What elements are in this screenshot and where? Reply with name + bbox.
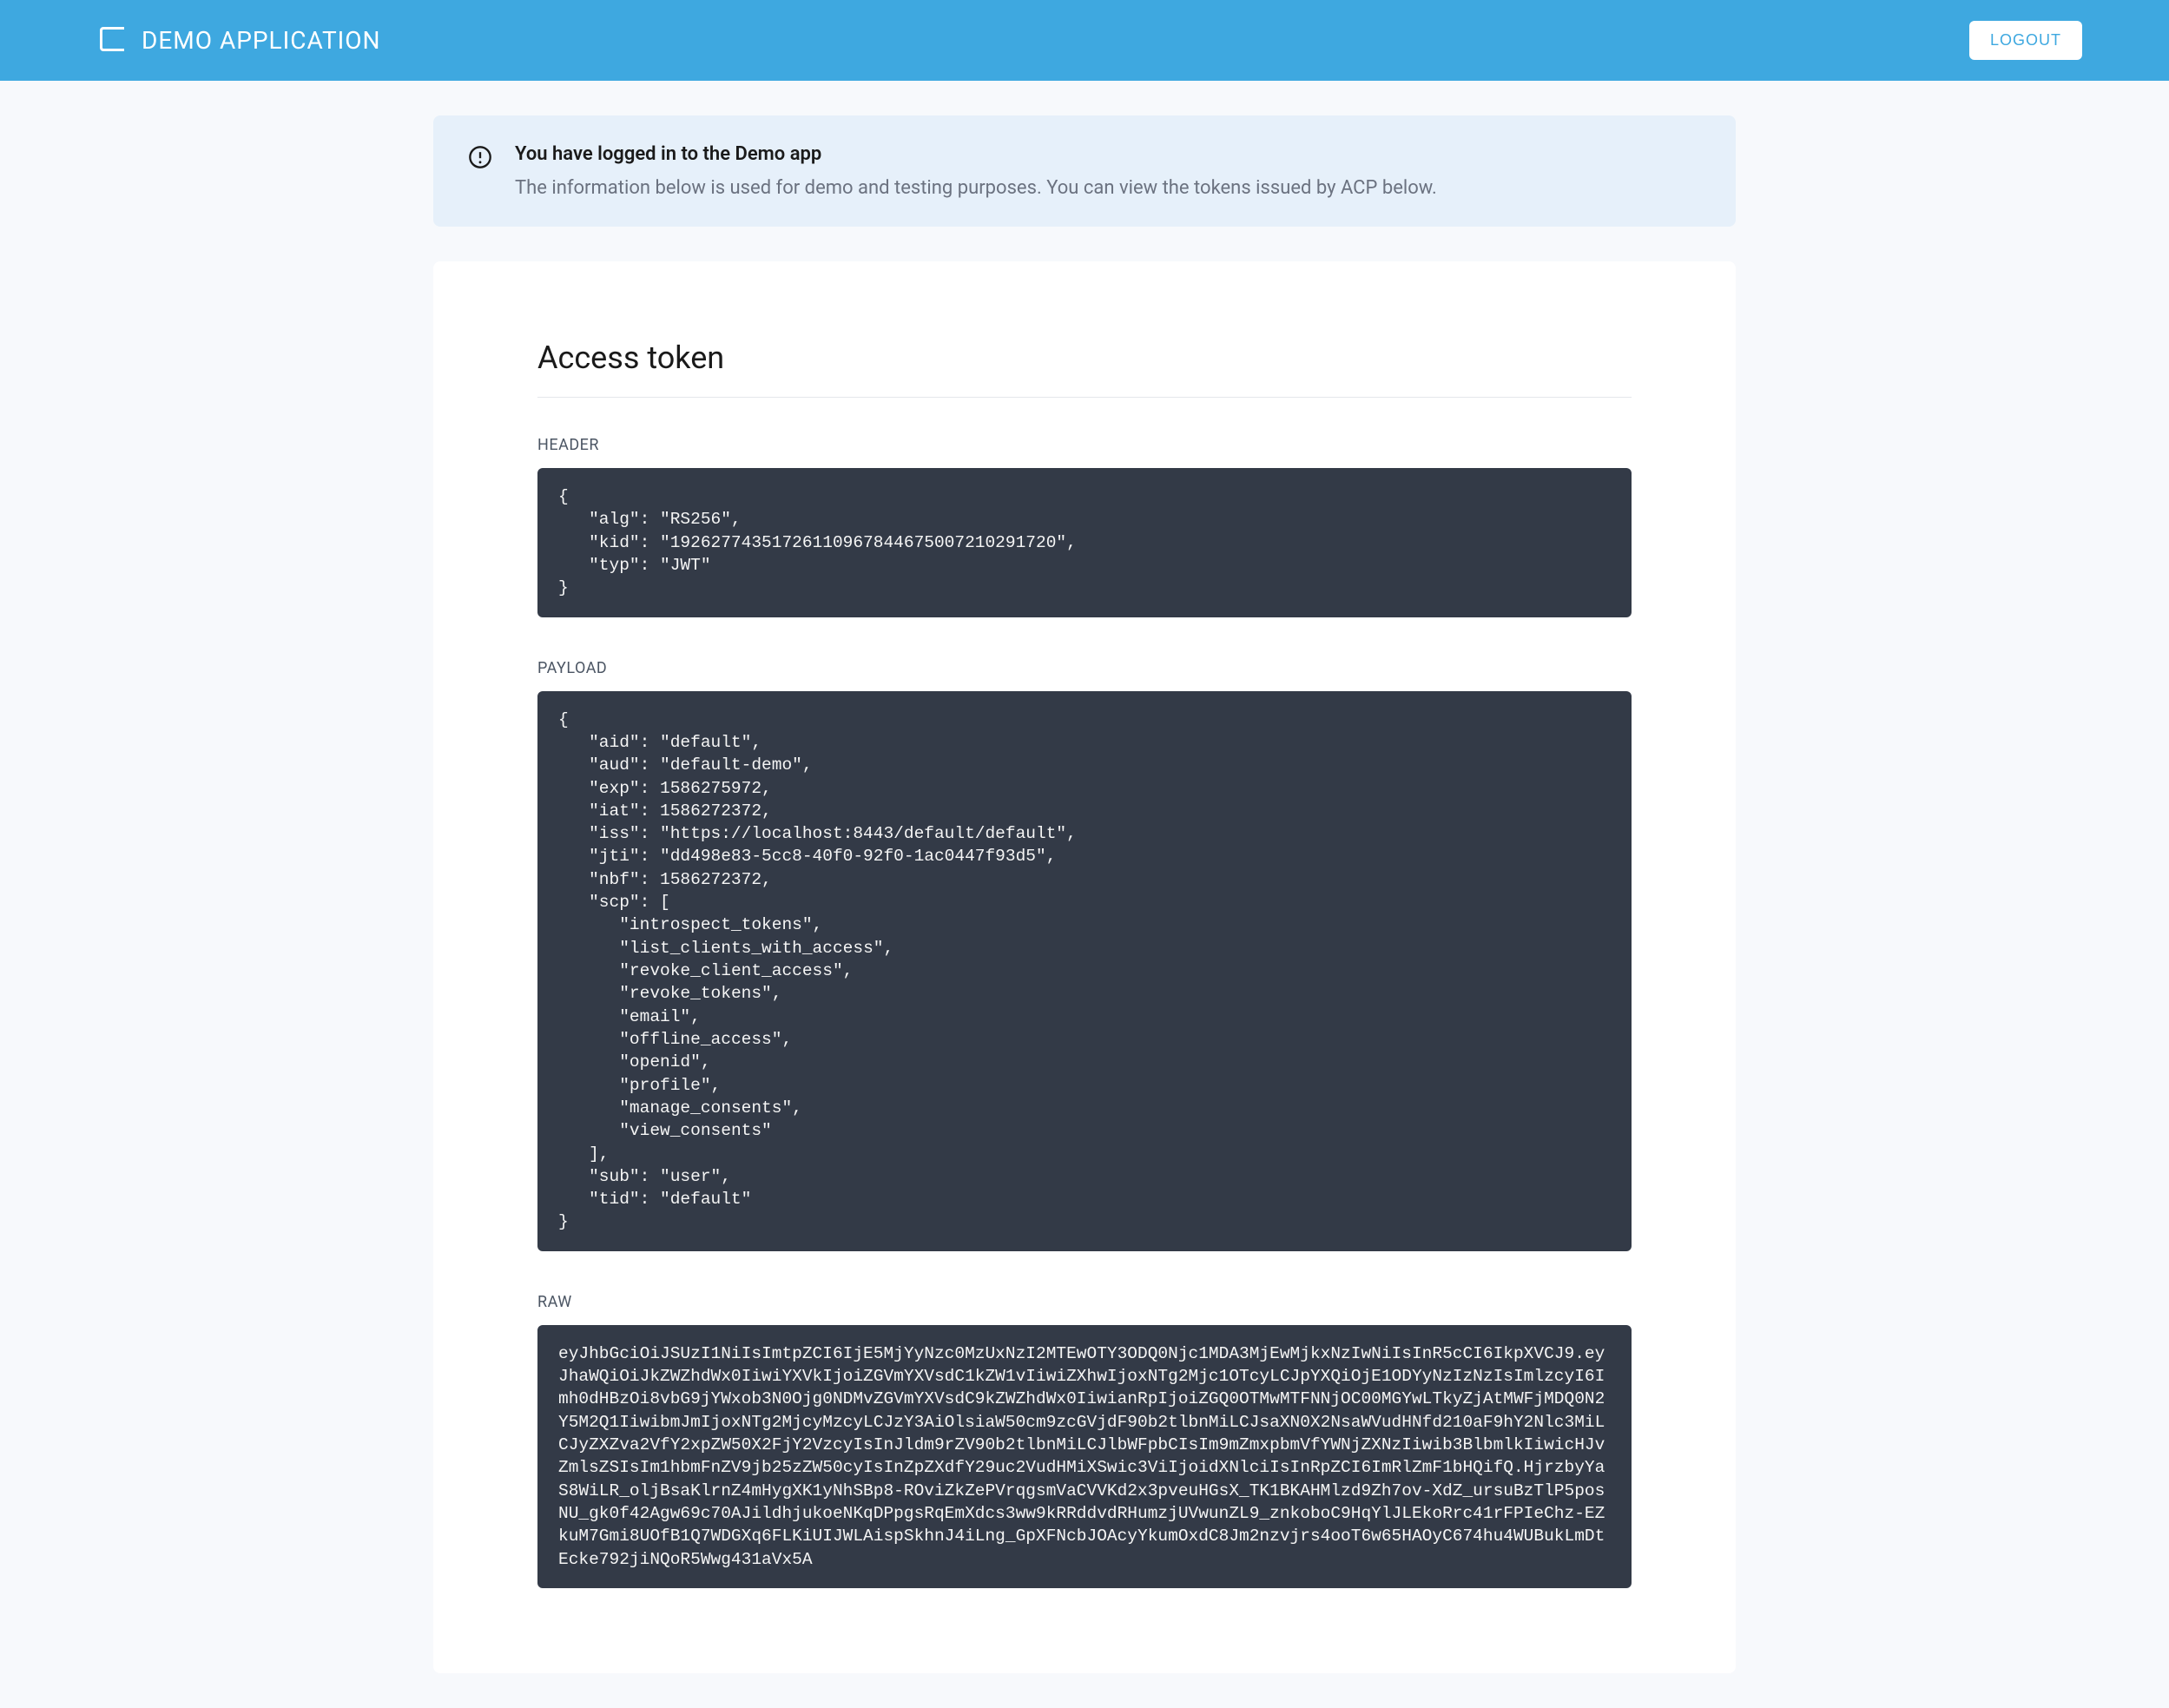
banner-title: You have logged in to the Demo app	[515, 143, 1437, 165]
raw-label: RAW	[537, 1293, 1632, 1311]
payload-label: PAYLOAD	[537, 659, 1632, 677]
app-title: DEMO APPLICATION	[142, 26, 381, 55]
access-token-card: Access token HEADER { "alg": "RS256", "k…	[433, 261, 1736, 1673]
info-banner: You have logged in to the Demo app The i…	[433, 115, 1736, 227]
main-container: You have logged in to the Demo app The i…	[416, 81, 1753, 1708]
logo-icon	[100, 27, 124, 51]
header-code-block: { "alg": "RS256", "kid": "19262774351726…	[537, 468, 1632, 617]
banner-description: The information below is used for demo a…	[515, 177, 1437, 199]
section-title: Access token	[537, 340, 1632, 398]
info-content: You have logged in to the Demo app The i…	[515, 143, 1437, 199]
payload-code-block: { "aid": "default", "aud": "default-demo…	[537, 691, 1632, 1251]
header-label: HEADER	[537, 436, 1632, 454]
info-icon	[468, 145, 492, 169]
app-header: DEMO APPLICATION LOGOUT	[0, 0, 2169, 81]
header-left: DEMO APPLICATION	[100, 26, 381, 55]
raw-code-block: eyJhbGciOiJSUzI1NiIsImtpZCI6IjE5MjYyNzc0…	[537, 1325, 1632, 1588]
logout-button[interactable]: LOGOUT	[1969, 21, 2082, 60]
